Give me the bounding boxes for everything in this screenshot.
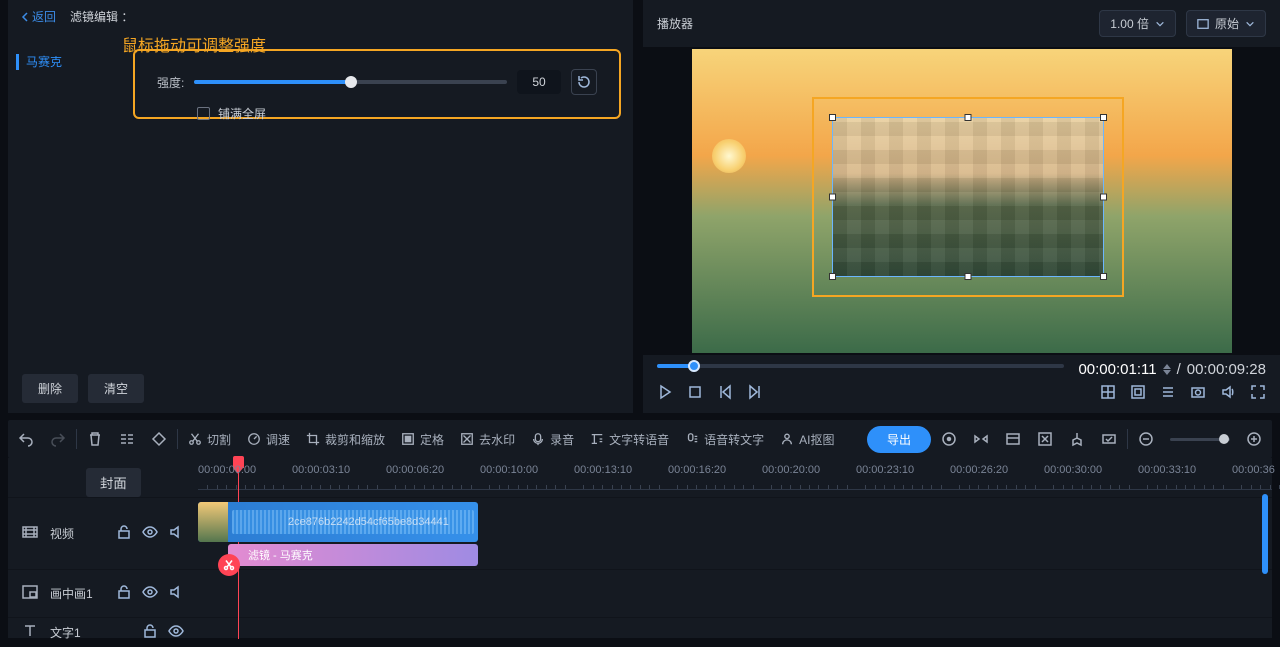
pip-visible-icon[interactable]: [142, 584, 158, 603]
timeline-scrollbar[interactable]: [1262, 494, 1268, 624]
ruler-tick: 00:00:03:10: [292, 464, 350, 476]
safe-zone-icon[interactable]: [1130, 384, 1146, 403]
resize-handle-br[interactable]: [1100, 273, 1107, 280]
crop-tool[interactable]: 裁剪和缩放: [306, 431, 385, 448]
delete-clip-button[interactable]: [87, 431, 103, 447]
stop-button[interactable]: [687, 384, 703, 403]
intensity-value[interactable]: 50: [517, 70, 561, 94]
tts-tool[interactable]: 文字转语音: [590, 431, 669, 448]
resize-handle-bm[interactable]: [964, 273, 971, 280]
fullscreen-label: 铺满全屏: [218, 105, 266, 122]
zoom-slider[interactable]: [1170, 438, 1230, 441]
resize-handle-bl[interactable]: [829, 273, 836, 280]
ruler-tick: 00:00:06:20: [386, 464, 444, 476]
tb-extra-2[interactable]: [973, 431, 989, 447]
progress-slider[interactable]: [657, 364, 1064, 368]
record-tool[interactable]: 录音: [531, 431, 574, 448]
text-lock-icon[interactable]: [142, 623, 158, 642]
panel-title: 滤镜编辑 ：: [70, 8, 133, 25]
video-clip[interactable]: 2ce876b2242d54cf65be8d34441: [198, 502, 478, 542]
display-mode-dropdown[interactable]: 原始: [1186, 10, 1266, 37]
cover-button[interactable]: 封面: [86, 468, 141, 497]
text-track-icon: [22, 623, 38, 642]
video-visible-icon[interactable]: [142, 524, 158, 543]
undo-button[interactable]: [18, 431, 34, 447]
text-visible-icon[interactable]: [168, 623, 184, 642]
speed-tool[interactable]: 调速: [247, 431, 290, 448]
tb-extra-3[interactable]: [1005, 431, 1021, 447]
player-title: 播放器: [657, 15, 693, 32]
snapshot-icon[interactable]: [1190, 384, 1206, 403]
filter-clip[interactable]: 滤镜 - 马赛克: [228, 544, 478, 566]
intensity-control-box: 强度: 50 铺满全屏: [133, 49, 621, 119]
ruler-tick: 00:00:33:10: [1138, 464, 1196, 476]
prev-frame-button[interactable]: [717, 384, 733, 403]
ruler-tick: 00:00:16:20: [668, 464, 726, 476]
ruler-tick: 00:00:23:10: [856, 464, 914, 476]
timeline: 封面 00:00:00:0000:00:03:1000:00:06:2000:0…: [8, 458, 1272, 638]
grid-icon[interactable]: [1100, 384, 1116, 403]
ruler-tick: 00:00:10:00: [480, 464, 538, 476]
video-mute-icon[interactable]: [168, 524, 184, 543]
keyframe-button[interactable]: [151, 431, 167, 447]
next-frame-button[interactable]: [747, 384, 763, 403]
zoom-out-button[interactable]: [1138, 431, 1154, 447]
track-pip: 画中画1: [8, 569, 1272, 617]
tb-extra-4[interactable]: [1037, 431, 1053, 447]
redo-button[interactable]: [50, 431, 66, 447]
fullscreen-checkbox[interactable]: [197, 107, 210, 120]
intensity-slider[interactable]: [194, 80, 507, 84]
ruler-tick: 00:00:36: [1232, 464, 1275, 476]
player-panel: 播放器 1.00 倍 原始: [643, 0, 1280, 413]
video-track-icon: [22, 524, 38, 543]
intensity-reset-button[interactable]: [571, 69, 597, 95]
pip-track-icon: [22, 584, 38, 603]
tab-mosaic[interactable]: 马赛克: [8, 45, 133, 78]
resize-handle-mr[interactable]: [1100, 194, 1107, 201]
track-text: 文字1: [8, 617, 1272, 647]
export-button[interactable]: 导出: [867, 426, 931, 453]
ruler-tick: 00:00:00:00: [198, 464, 256, 476]
ruler-tick: 00:00:30:00: [1044, 464, 1102, 476]
ruler-tick: 00:00:13:10: [574, 464, 632, 476]
tb-extra-1[interactable]: [941, 431, 957, 447]
zoom-in-button[interactable]: [1246, 431, 1262, 447]
tb-extra-6[interactable]: [1101, 431, 1117, 447]
ruler-tick: 00:00:20:00: [762, 464, 820, 476]
video-preview[interactable]: [692, 49, 1232, 353]
split-tracks-button[interactable]: [119, 431, 135, 447]
pip-mute-icon[interactable]: [168, 584, 184, 603]
pip-lock-icon[interactable]: [116, 584, 132, 603]
speed-dropdown[interactable]: 1.00 倍: [1099, 10, 1176, 37]
filter-edit-panel: 返回 滤镜编辑 ： 鼠标拖动可调整强度 马赛克 强度: 50: [8, 0, 633, 413]
current-time: 00:00:01:11: [1078, 361, 1156, 378]
total-time: 00:00:09:28: [1187, 361, 1266, 378]
mosaic-selection[interactable]: [812, 97, 1124, 297]
resize-handle-tr[interactable]: [1100, 114, 1107, 121]
freeze-tool[interactable]: 定格: [401, 431, 444, 448]
remove-watermark-tool[interactable]: 去水印: [460, 431, 515, 448]
ruler-tick: 00:00:26:20: [950, 464, 1008, 476]
tb-extra-5[interactable]: [1069, 431, 1085, 447]
resize-handle-tm[interactable]: [964, 114, 971, 121]
resize-handle-ml[interactable]: [829, 194, 836, 201]
back-button[interactable]: 返回: [20, 8, 56, 25]
volume-icon[interactable]: [1220, 384, 1236, 403]
ai-cutout-tool[interactable]: AI抠图: [780, 431, 834, 448]
fullscreen-icon[interactable]: [1250, 384, 1266, 403]
stt-tool[interactable]: 语音转文字: [685, 431, 764, 448]
video-lock-icon[interactable]: [116, 524, 132, 543]
list-icon[interactable]: [1160, 384, 1176, 403]
resize-handle-tl[interactable]: [829, 114, 836, 121]
time-ruler[interactable]: 00:00:00:00 00:00:03:10 00:00:06:20 00:00:1…: [198, 458, 1272, 490]
back-label: 返回: [32, 8, 56, 25]
clear-button[interactable]: 清空: [88, 374, 144, 403]
time-stepper[interactable]: [1163, 364, 1171, 375]
timeline-toolbar: 切割 调速 裁剪和缩放 定格 去水印 录音 文字转语音 语音转文字 AI抠图 导…: [8, 420, 1272, 458]
play-button[interactable]: [657, 384, 673, 403]
track-video: 视频 2ce876b2242d54cf65be8d34441 滤镜 - 马赛克: [8, 497, 1272, 569]
intensity-label: 强度:: [157, 74, 184, 91]
cut-tool[interactable]: 切割: [188, 431, 231, 448]
delete-button[interactable]: 删除: [22, 374, 78, 403]
